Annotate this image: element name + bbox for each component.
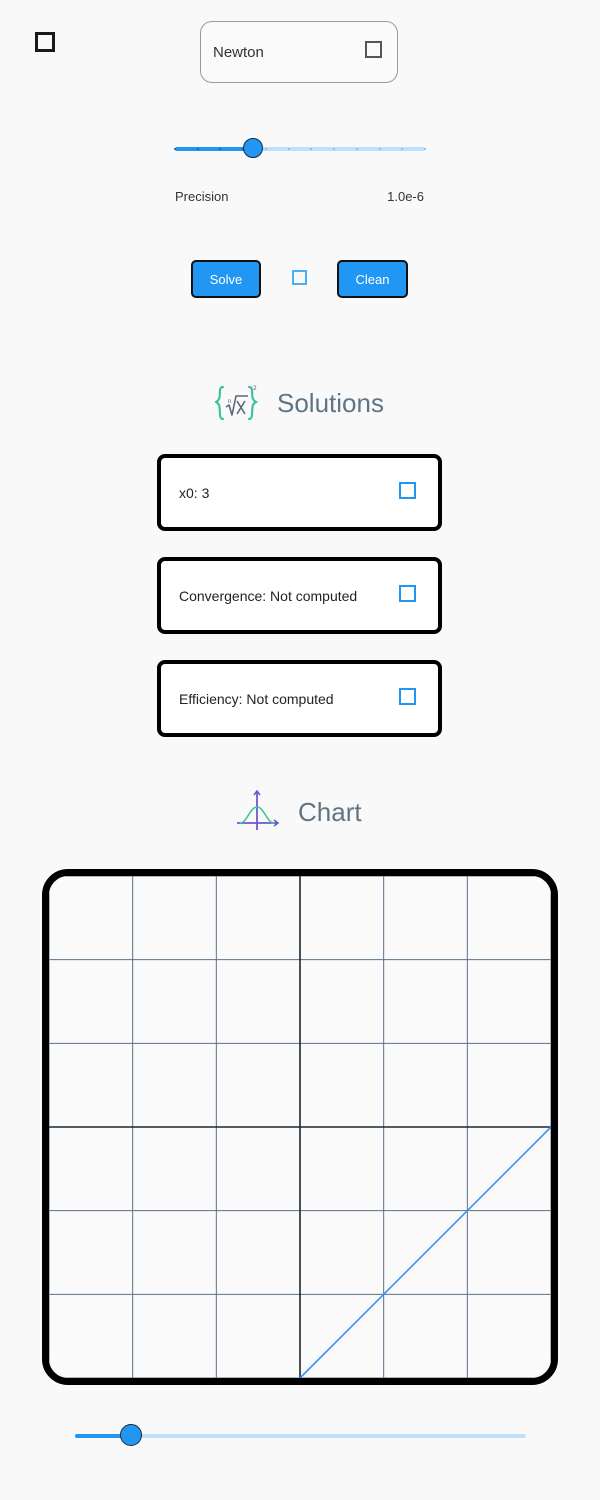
chart-header: Chart — [236, 790, 362, 834]
bottom-slider[interactable] — [75, 1424, 526, 1446]
chart-series-line — [299, 1126, 551, 1378]
method-select[interactable]: Newton — [200, 21, 398, 83]
copy-square-icon[interactable] — [399, 482, 416, 499]
solution-card-text: x0: 3 — [179, 485, 210, 501]
menu-square-icon[interactable] — [35, 32, 55, 52]
solve-button-label: Solve — [209, 271, 243, 287]
copy-square-icon[interactable] — [399, 585, 416, 602]
precision-slider-tick — [265, 148, 267, 150]
chart-container[interactable] — [42, 869, 558, 1385]
chart-title: Chart — [298, 796, 362, 827]
solutions-title: Solutions — [277, 387, 384, 418]
precision-label: Precision — [175, 189, 229, 204]
solution-card-text: Efficiency: Not computed — [179, 691, 334, 707]
precision-slider-tick — [174, 148, 176, 150]
chart-axes — [49, 876, 551, 1378]
precision-slider-tick — [401, 148, 403, 150]
bottom-slider-track[interactable] — [75, 1434, 526, 1438]
precision-slider-tick — [424, 148, 426, 150]
precision-slider-thumb[interactable] — [243, 138, 263, 158]
precision-slider-tick — [356, 148, 358, 150]
precision-slider-tick — [288, 148, 290, 150]
status-square-icon[interactable] — [292, 270, 307, 285]
precision-slider-tick — [379, 148, 381, 150]
dropdown-square-icon[interactable] — [365, 41, 382, 58]
method-select-value: Newton — [213, 44, 264, 61]
bottom-slider-thumb[interactable] — [120, 1424, 142, 1446]
precision-value: 1.0e-6 — [387, 189, 424, 204]
solution-card-x0: x0: 3 — [157, 454, 442, 531]
solution-card-convergence: Convergence: Not computed — [157, 557, 442, 634]
precision-slider-tick — [333, 148, 335, 150]
solutions-header: n 2 Solutions — [215, 381, 384, 425]
solution-card-efficiency: Efficiency: Not computed — [157, 660, 442, 737]
svg-text:n: n — [228, 398, 232, 405]
chart-series — [299, 1126, 551, 1378]
precision-slider-tick — [310, 148, 312, 150]
chart-plot[interactable] — [49, 876, 551, 1378]
precision-slider-tick — [197, 148, 199, 150]
copy-square-icon[interactable] — [399, 688, 416, 705]
precision-slider[interactable] — [174, 138, 426, 159]
solve-button[interactable]: Solve — [191, 260, 261, 298]
precision-slider-tick — [219, 148, 221, 150]
clean-button-label: Clean — [355, 271, 390, 287]
clean-button[interactable]: Clean — [337, 260, 408, 298]
root-formula-icon: n 2 — [215, 385, 259, 421]
solution-card-text: Convergence: Not computed — [179, 588, 358, 604]
bell-curve-axes-icon — [237, 790, 280, 830]
svg-text:2: 2 — [253, 385, 257, 392]
